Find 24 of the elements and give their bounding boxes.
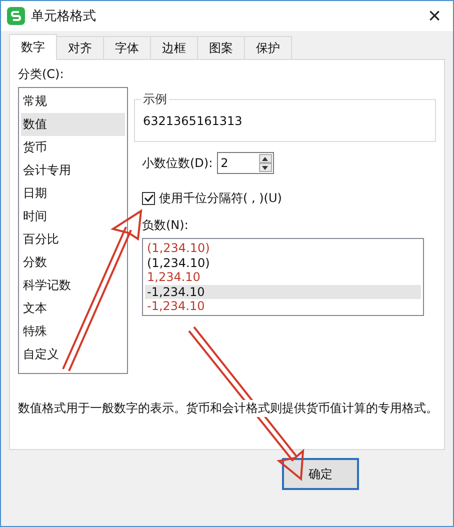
decrement-button[interactable]	[258, 163, 272, 172]
negative-format-item[interactable]: -1,234.10	[145, 284, 421, 300]
negative-format-item[interactable]: (1,234.10)	[145, 256, 421, 270]
down-arrow-icon	[262, 166, 268, 170]
negative-format-item[interactable]: -1,234.10	[145, 299, 421, 314]
thousands-separator-checkbox[interactable]	[142, 192, 155, 205]
decimal-places-field[interactable]: 2	[216, 152, 274, 174]
category-label: 分类(C):	[18, 66, 65, 83]
category-item[interactable]: 数值	[21, 113, 125, 136]
close-button[interactable]: ×	[422, 5, 447, 27]
tab[interactable]: 数字	[9, 34, 57, 60]
tab[interactable]: 保护	[244, 36, 292, 60]
sample-label: 示例	[141, 91, 169, 108]
ok-button[interactable]: 确定	[282, 458, 359, 490]
up-arrow-icon	[262, 156, 268, 160]
app-logo-icon	[7, 7, 25, 25]
window-title: 单元格格式	[31, 8, 97, 25]
negative-format-item[interactable]: (1,234.10)	[145, 241, 421, 256]
decimal-places-label: 小数位数(D):	[142, 154, 213, 172]
negative-numbers-label: 负数(N):	[142, 217, 188, 234]
thousands-separator-label: 使用千位分隔符( , )(U)	[159, 190, 282, 207]
negative-format-item[interactable]: 1,234.10	[145, 270, 421, 285]
increment-button[interactable]	[258, 154, 272, 163]
sample-value: 6321365161313	[143, 114, 242, 128]
